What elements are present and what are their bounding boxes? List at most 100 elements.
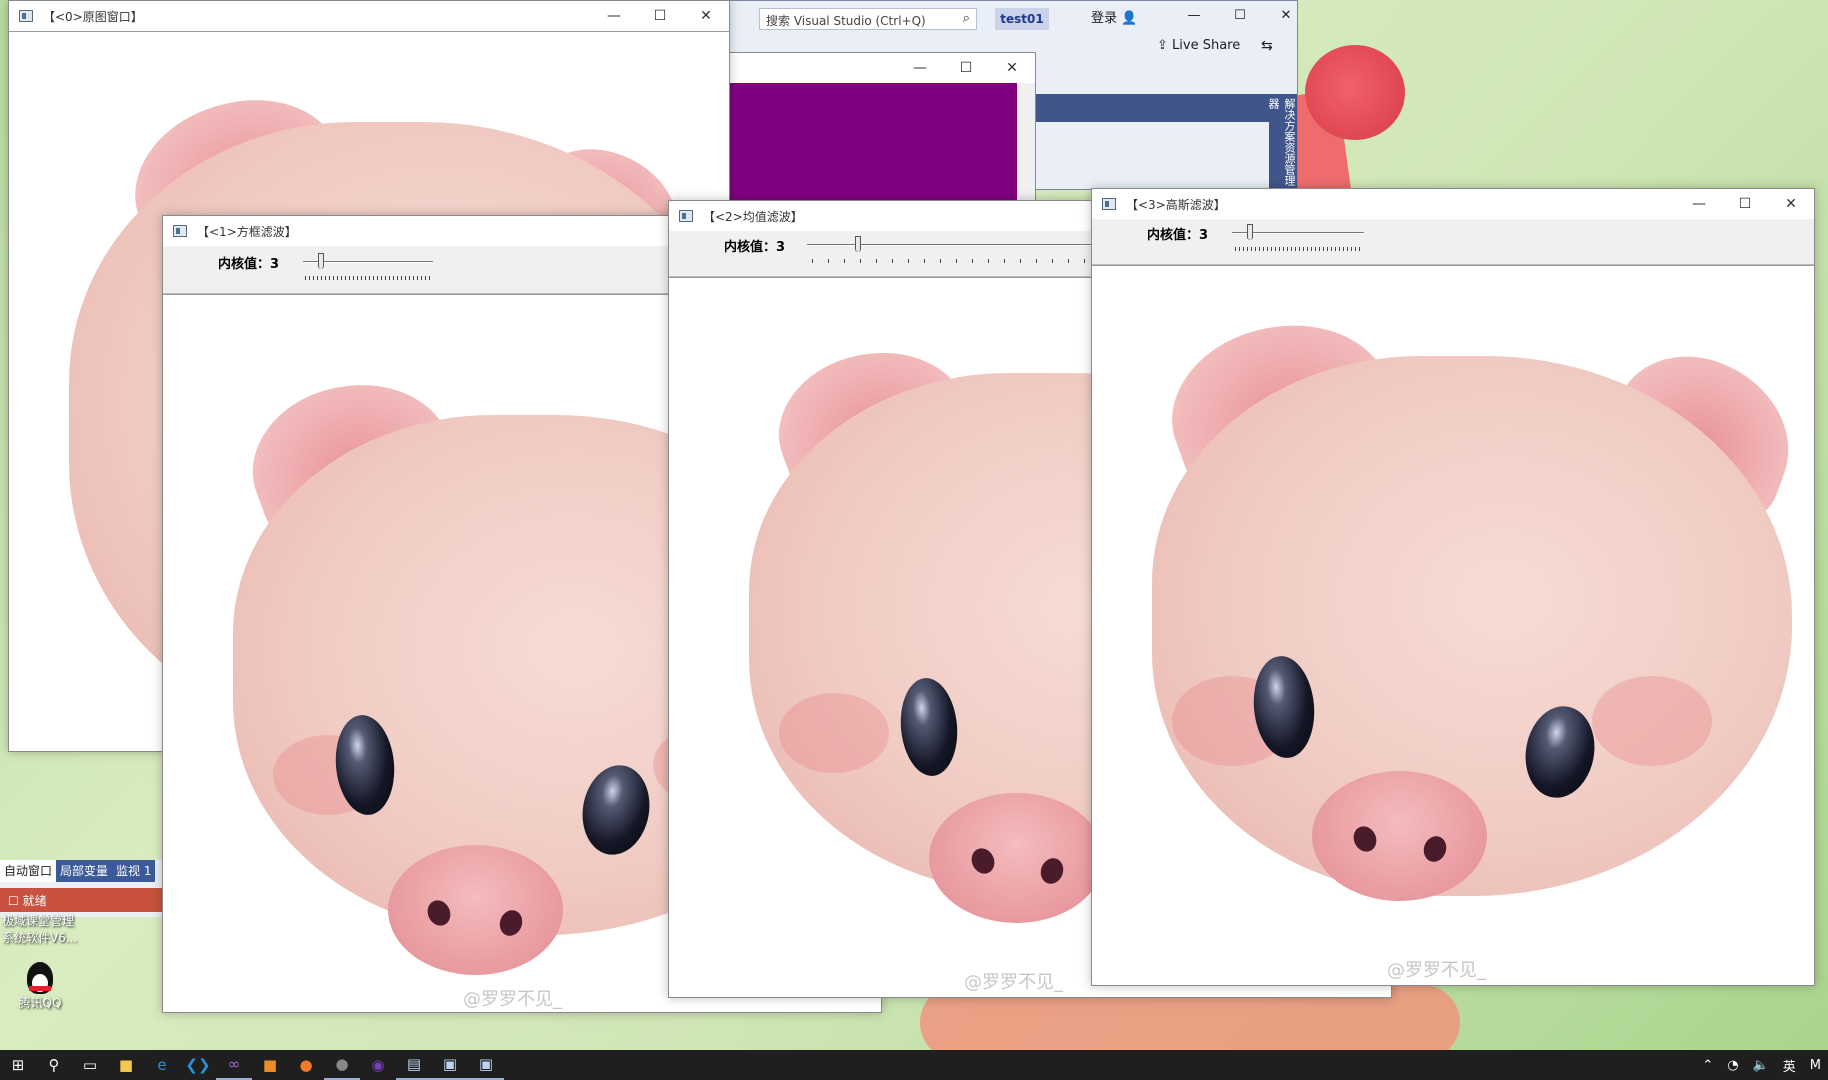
original-close-button[interactable]: ✕ [683,1,729,31]
visual-studio-icon: ∞ [227,1055,241,1073]
tab-autos[interactable]: 自动窗口 [0,860,57,882]
wallpaper-flower-head [1305,45,1405,140]
tab-locals[interactable]: 局部变量 [56,860,113,882]
desktop-icon-qq[interactable]: 腾讯QQ [10,962,70,1011]
gaussian-filter-image: @罗罗不见_ [1092,265,1814,985]
vs-maximize-button[interactable]: ☐ [1217,1,1263,23]
live-share-label: Live Share [1172,38,1241,53]
desktop-icon-classroom-label-1: 极域课堂管理 [2,914,75,928]
task-view-icon: ▭ [82,1056,98,1074]
tab-watch[interactable]: 监视 1 [112,860,156,882]
vscode-icon: ❮❯ [185,1056,211,1074]
taskbar-app-orange[interactable]: ■ [252,1050,288,1080]
mean-filter-slider-ticks [812,259,1112,263]
console-window-buttons: — ☐ ✕ [897,53,1035,83]
tray-chevron-up-icon[interactable]: ⌃ [1695,1058,1720,1073]
vs-project-badge[interactable]: test01 [995,8,1049,30]
taskbar-app-purple[interactable]: ◉ [360,1050,396,1080]
box-filter-slider-ticks [305,276,433,280]
taskbar-visual-studio[interactable]: ∞ [216,1050,252,1080]
network-icon[interactable]: ◔ [1720,1058,1745,1073]
windows-icon: ⊞ [11,1056,25,1074]
taskbar-window-1[interactable]: ▤ [396,1050,432,1080]
app-icon: ● [335,1055,349,1073]
desktop-icon-qq-label: 腾讯QQ [18,996,62,1010]
window-app-icon [19,10,33,22]
gaussian-filter-kernel-label: 内核值：3 [1147,228,1209,243]
original-window-title: 【<0>原图窗口】 [43,9,143,24]
gaussian-close-button[interactable]: ✕ [1768,189,1814,219]
desktop-icon-classroom[interactable]: 极域课堂管理 系统软件V6... [2,912,162,946]
mean-filter-window-title: 【<2>均值滤波】 [703,209,803,224]
search-icon: ⌕ [962,11,970,26]
taskbar-ie[interactable]: e [144,1050,180,1080]
ie-icon: e [157,1056,167,1074]
taskbar-window-2[interactable]: ▣ [432,1050,468,1080]
console-output [730,83,1017,201]
vs-close-button[interactable]: ✕ [1263,1,1309,23]
original-titlebar[interactable]: 【<0>原图窗口】 — ☐ ✕ [9,1,729,31]
taskbar-app-running[interactable]: ● [324,1050,360,1080]
gaussian-maximize-button[interactable]: ☐ [1722,189,1768,219]
ime-indicator[interactable]: 英 [1776,1056,1803,1075]
taskbar-firefox[interactable]: ● [288,1050,324,1080]
solution-explorer-tab[interactable]: 解决方案资源管理器 [1267,94,1297,191]
status-text: 就绪 [22,894,47,908]
gaussian-window-buttons: — ☐ ✕ [1676,189,1814,219]
box-filter-slider-thumb[interactable] [318,253,324,269]
taskbar-search-button[interactable]: ⚲ [36,1050,72,1080]
taskbar-vscode[interactable]: ❮❯ [180,1050,216,1080]
ide-status-bar: ☐ 就绪 [0,888,165,912]
gaussian-minimize-button[interactable]: — [1676,189,1722,219]
console-minimize-button[interactable]: — [897,53,943,83]
gaussian-filter-titlebar[interactable]: 【<3>高斯滤波】 — ☐ ✕ [1092,189,1814,219]
user-icon: 👤 [1121,11,1138,26]
original-window-buttons: — ☐ ✕ [591,1,729,31]
volume-icon[interactable]: 🔈 [1746,1058,1776,1073]
vs-search-input[interactable]: 搜索 Visual Studio (Ctrl+Q) ⌕ [759,8,977,30]
search-icon: ⚲ [48,1056,60,1074]
firefox-icon: ● [299,1056,313,1074]
vs-minimize-button[interactable]: — [1171,1,1217,23]
original-maximize-button[interactable]: ☐ [637,1,683,31]
system-tray: ⌃ ◔ 🔈 英 M [1695,1050,1828,1080]
box-filter-window-title: 【<1>方框滤波】 [197,224,297,239]
desktop-icon-classroom-label-2: 系统软件V6... [2,931,78,945]
feedback-icon[interactable]: ⇆ [1261,38,1273,54]
console-scrollbar[interactable] [1017,83,1035,201]
watermark-text: @罗罗不见_ [964,972,1063,993]
console-window: — ☐ ✕ [729,52,1036,202]
mean-filter-kernel-label: 内核值：3 [724,240,786,255]
window-app-icon [1102,198,1116,210]
gaussian-filter-slider-ticks [1235,247,1363,251]
window-icon: ▤ [406,1055,422,1073]
mean-filter-slider-thumb[interactable] [855,236,861,252]
taskbar: ⊞ ⚲ ▭ ■ e ❮❯ ∞ ■ ● ● ◉ ▤ ▣ ▣ ⌃ ◔ 🔈 英 M [0,1050,1828,1080]
window-icon: ▣ [478,1055,494,1073]
gaussian-filter-slider-thumb[interactable] [1247,224,1253,240]
mean-filter-slider-track[interactable] [807,244,1107,246]
vs-login-label: 登录 [1091,11,1118,26]
box-filter-kernel-label: 内核值：3 [218,257,280,272]
pig-image-gaussian [1132,293,1814,985]
start-button[interactable]: ⊞ [0,1050,36,1080]
original-minimize-button[interactable]: — [591,1,637,31]
taskbar-window-3[interactable]: ▣ [468,1050,504,1080]
console-maximize-button[interactable]: ☐ [943,53,989,83]
console-close-button[interactable]: ✕ [989,53,1035,83]
window-app-icon [679,210,693,222]
folder-icon: ■ [118,1056,134,1074]
vs-login-button[interactable]: 登录 👤 [1091,7,1137,26]
ime-mode-indicator[interactable]: M [1803,1058,1828,1073]
watermark-text: @罗罗不见_ [463,989,562,1010]
gaussian-filter-trackbar-panel: 内核值：3 [1092,219,1814,265]
watermark-text: @罗罗不见_ [1387,960,1486,981]
live-share-button[interactable]: ⇪ Live Share [1157,38,1240,53]
status-icon: ☐ [8,894,19,908]
taskbar-file-explorer[interactable]: ■ [108,1050,144,1080]
share-icon: ⇪ [1157,38,1168,53]
ide-panel-tabs: 自动窗口 局部变量 监视 1 [0,860,165,882]
qq-penguin-icon [27,962,53,994]
app-orange-icon: ■ [262,1056,278,1074]
task-view-button[interactable]: ▭ [72,1050,108,1080]
